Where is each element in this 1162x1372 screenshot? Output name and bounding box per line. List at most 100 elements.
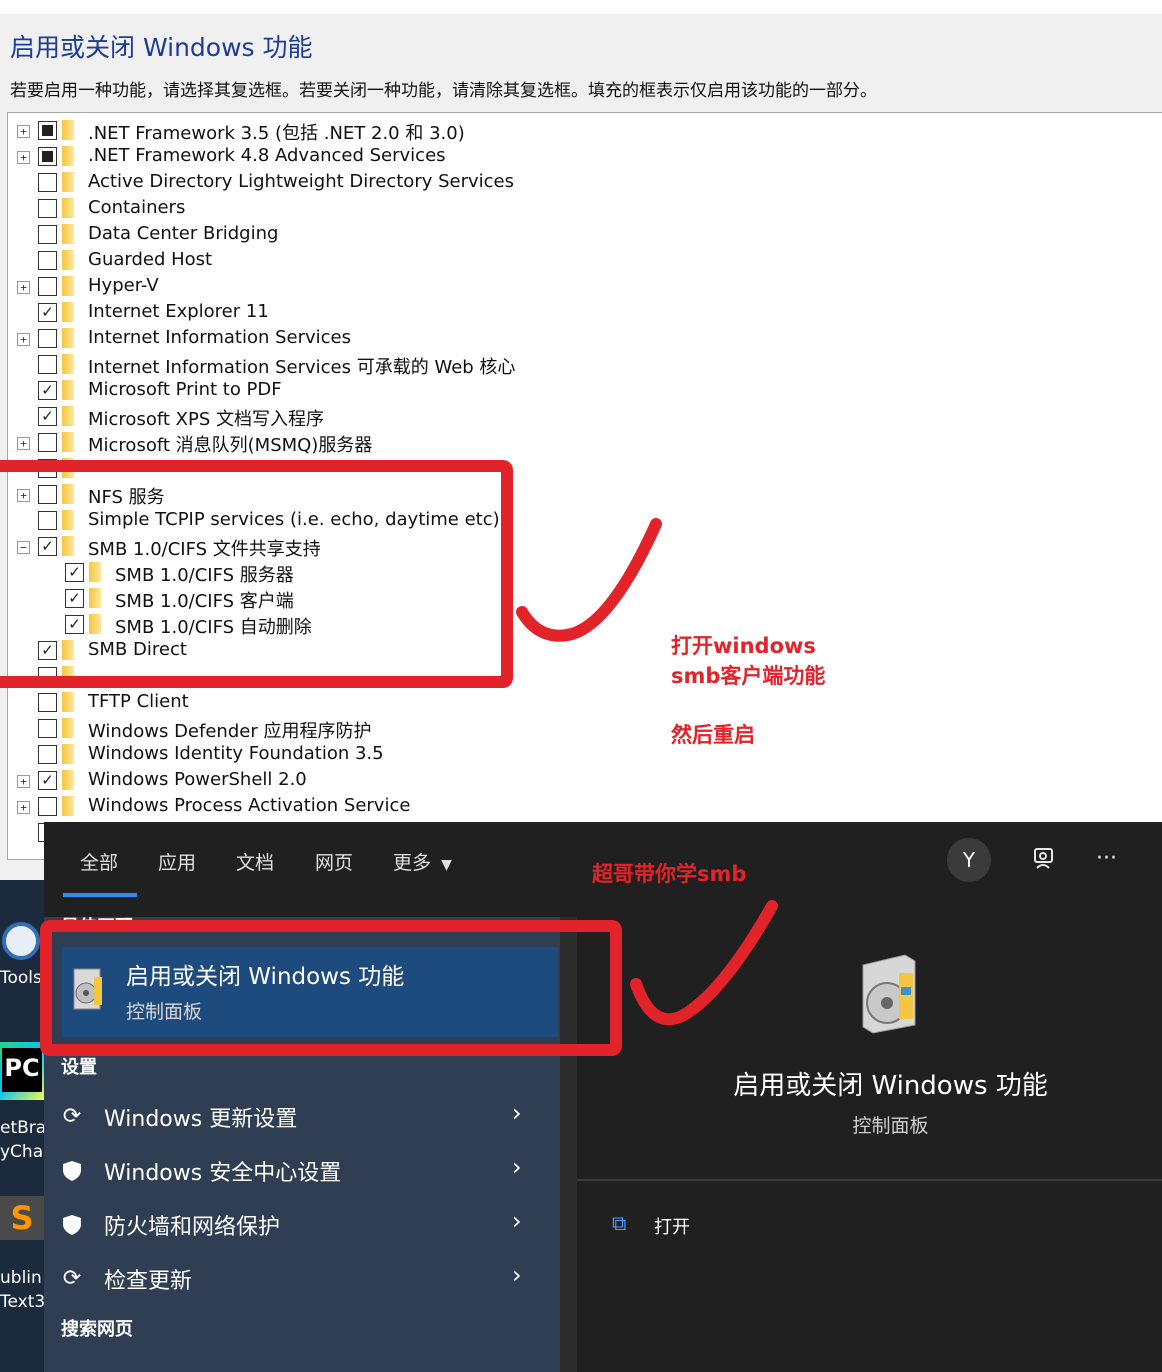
annotation-note-line3: 然后重启: [671, 723, 755, 747]
feature-item[interactable]: + Microsoft 消息队列(MSMQ)服务器: [8, 430, 708, 456]
folder-icon: [62, 224, 74, 244]
folder-icon: [62, 302, 74, 322]
feature-checkbox[interactable]: ✓: [38, 381, 57, 400]
folder-icon: [62, 770, 74, 790]
feature-item[interactable]: Windows Defender 应用程序防护: [8, 716, 708, 742]
expand-icon[interactable]: +: [17, 125, 30, 138]
feature-checkbox[interactable]: [38, 719, 57, 738]
feature-item[interactable]: ✓ Internet Explorer 11: [8, 300, 708, 326]
feature-item[interactable]: + Hyper-V: [8, 274, 708, 300]
feature-item[interactable]: + .NET Framework 4.8 Advanced Services: [8, 144, 708, 170]
tab-documents[interactable]: 文档: [236, 848, 274, 875]
feature-checkbox[interactable]: [38, 251, 57, 270]
feature-checkbox[interactable]: [38, 797, 57, 816]
feature-checkbox[interactable]: [38, 173, 57, 192]
settings-item-windows-update[interactable]: ⟳ Windows 更新设置 ›: [60, 1097, 540, 1145]
feature-label: Internet Explorer 11: [88, 301, 269, 322]
more-options-icon[interactable]: ···: [1096, 846, 1117, 871]
feature-item[interactable]: + ✓ Windows PowerShell 2.0: [8, 768, 708, 794]
feature-checkbox[interactable]: [38, 199, 57, 218]
feature-checkbox[interactable]: [38, 121, 57, 140]
feature-checkbox[interactable]: [38, 693, 57, 712]
feature-checkbox[interactable]: [38, 355, 57, 374]
feature-item[interactable]: Windows Identity Foundation 3.5: [8, 742, 708, 768]
tab-more[interactable]: 更多 ▼: [393, 848, 452, 875]
feature-label: .NET Framework 4.8 Advanced Services: [88, 145, 446, 166]
folder-icon: [62, 250, 74, 270]
annotation-note-line2: smb客户端功能: [671, 664, 826, 688]
expand-icon[interactable]: +: [17, 151, 30, 164]
feature-checkbox[interactable]: [38, 433, 57, 452]
open-external-icon: ⧉: [612, 1211, 627, 1235]
tab-more-label: 更多: [393, 852, 432, 874]
feature-label: Internet Information Services: [88, 327, 352, 348]
refresh-icon: ⟳: [62, 1266, 82, 1291]
chevron-right-icon: ›: [512, 1207, 522, 1235]
settings-item-firewall[interactable]: 防火墙和网络保护 ›: [60, 1205, 540, 1253]
feature-checkbox[interactable]: [38, 147, 57, 166]
folder-icon: [62, 718, 74, 738]
settings-item-label: Windows 更新设置: [104, 1107, 298, 1132]
feature-item[interactable]: Internet Information Services 可承载的 Web 核…: [8, 352, 708, 378]
feature-item[interactable]: + Windows Process Activation Service: [8, 794, 708, 820]
feature-item[interactable]: + Internet Information Services: [8, 326, 708, 352]
chevron-right-icon: ›: [512, 1099, 522, 1127]
feature-label: Containers: [88, 197, 186, 218]
feature-item[interactable]: Containers: [8, 196, 708, 222]
shield-icon: [60, 1159, 84, 1183]
expand-icon[interactable]: +: [17, 775, 30, 788]
settings-item-check-updates[interactable]: ⟳ 检查更新 ›: [60, 1259, 540, 1307]
feature-item[interactable]: TFTP Client: [8, 690, 708, 716]
windows-features-dialog: 启用或关闭 Windows 功能 若要启用一种功能，请选择其复选框。若要关闭一种…: [0, 0, 1162, 880]
tab-apps[interactable]: 应用: [158, 848, 196, 875]
tab-all[interactable]: 全部: [80, 848, 118, 875]
web-search-heading: 搜索网页: [61, 1319, 133, 1340]
feature-checkbox[interactable]: ✓: [38, 303, 57, 322]
feature-checkbox[interactable]: [38, 277, 57, 296]
open-action-label: 打开: [654, 1217, 690, 1238]
feedback-icon[interactable]: [1032, 846, 1058, 878]
desktop-icon-label: Tools: [0, 968, 42, 988]
dialog-title: 启用或关闭 Windows 功能: [10, 33, 313, 62]
feature-checkbox[interactable]: [38, 745, 57, 764]
settings-item-security-center[interactable]: Windows 安全中心设置 ›: [60, 1151, 540, 1199]
feature-label: Microsoft XPS 文档写入程序: [88, 409, 324, 430]
folder-icon: [62, 198, 74, 218]
folder-icon: [62, 796, 74, 816]
start-search-panel: 全部 应用 文档 网页 更多 ▼ Y ··· 最佳匹配 启用或关闭 Window…: [44, 822, 1162, 1372]
feature-label: Hyper-V: [88, 275, 159, 296]
chevron-right-icon: ›: [512, 1153, 522, 1181]
feature-item[interactable]: + .NET Framework 3.5 (包括 .NET 2.0 和 3.0): [8, 118, 708, 144]
folder-icon: [62, 276, 74, 296]
caret-down-icon: ▼: [441, 857, 452, 873]
feature-label: Data Center Bridging: [88, 223, 279, 244]
expand-icon[interactable]: +: [17, 437, 30, 450]
feature-label: Windows Defender 应用程序防护: [88, 721, 372, 742]
avatar[interactable]: Y: [947, 838, 991, 882]
tab-web[interactable]: 网页: [315, 848, 353, 875]
sublime-text-icon[interactable]: S: [0, 1196, 44, 1240]
feature-checkbox[interactable]: ✓: [38, 771, 57, 790]
feature-item[interactable]: ✓ Microsoft XPS 文档写入程序: [8, 404, 708, 430]
shield-icon: [60, 1213, 84, 1237]
expand-icon[interactable]: +: [17, 333, 30, 346]
feature-checkbox[interactable]: ✓: [38, 407, 57, 426]
desktop-strip: Tools PC etBrai yCha S ublin Text3: [0, 880, 44, 1372]
feature-item[interactable]: ✓ Microsoft Print to PDF: [8, 378, 708, 404]
folder-icon: [62, 380, 74, 400]
feature-label: Active Directory Lightweight Directory S…: [88, 171, 514, 192]
feature-item[interactable]: Data Center Bridging: [8, 222, 708, 248]
window-top-strip: [0, 0, 1162, 14]
feature-item[interactable]: Guarded Host: [8, 248, 708, 274]
feature-checkbox[interactable]: [38, 329, 57, 348]
refresh-icon: ⟳: [62, 1104, 82, 1129]
desktop-icon-label: etBrai: [0, 1118, 44, 1138]
feature-item[interactable]: Active Directory Lightweight Directory S…: [8, 170, 708, 196]
feature-label: Internet Information Services 可承载的 Web 核…: [88, 357, 516, 378]
feature-checkbox[interactable]: [38, 225, 57, 244]
expand-icon[interactable]: +: [17, 281, 30, 294]
open-action[interactable]: ⧉ 打开: [612, 1211, 812, 1241]
camera-app-icon[interactable]: [2, 922, 40, 960]
expand-icon[interactable]: +: [17, 801, 30, 814]
folder-icon: [62, 146, 74, 166]
